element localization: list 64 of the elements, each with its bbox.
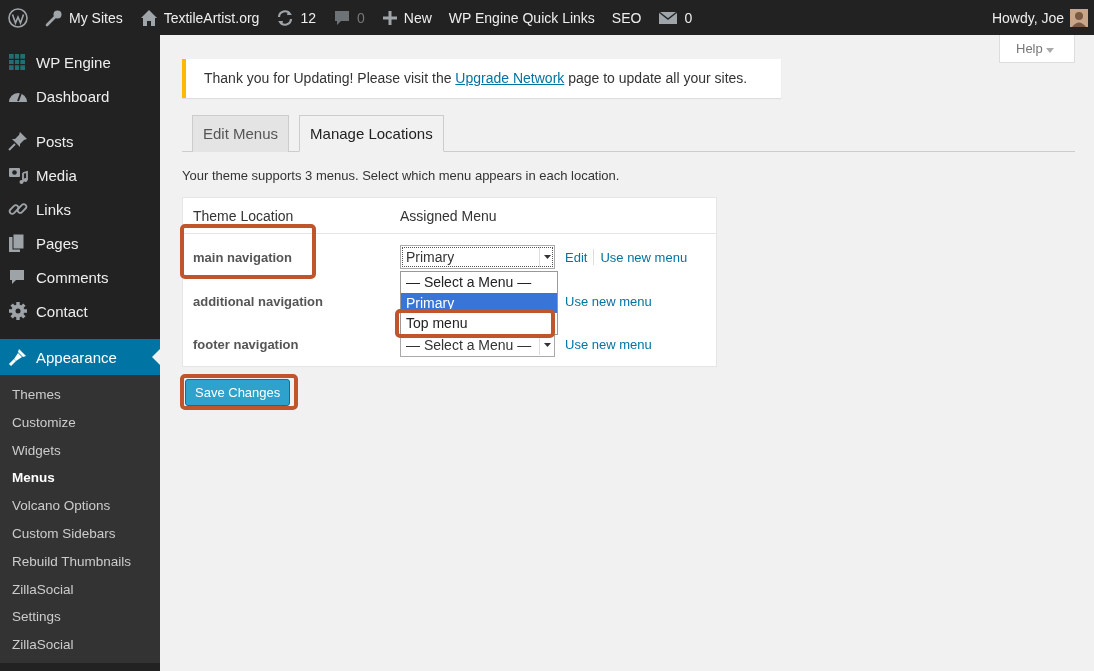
submenu-item[interactable]: Volcano Options [0, 492, 160, 520]
submenu-item[interactable]: Settings [0, 603, 160, 632]
caret-icon [1046, 48, 1055, 53]
sidebar-item[interactable]: WP Engine [0, 45, 160, 79]
toolbar-link[interactable]: 0 [684, 9, 693, 26]
paintbrush-icon [8, 347, 28, 367]
pages-icon [8, 233, 26, 253]
camera-music-icon [8, 165, 28, 185]
toolbar-link[interactable]: SEO [611, 9, 642, 26]
wordpress-logo-icon[interactable] [8, 7, 28, 28]
submenu-item[interactable]: ZillaSocial [0, 631, 160, 659]
greeting-link[interactable]: Howdy, Joe [991, 9, 1064, 26]
submenu-item[interactable]: ZillaSocial [0, 575, 160, 604]
submenu-item[interactable]: Customize [0, 408, 160, 437]
location-name: footer navigation [192, 337, 300, 352]
column-header: Theme Location [192, 207, 295, 224]
dropdown-option[interactable]: Top menu [401, 313, 557, 334]
menu-link[interactable]: Use new menu [565, 294, 652, 309]
avatar-icon[interactable] [1070, 8, 1088, 27]
dropdown-option[interactable]: — Select a Menu — [401, 272, 557, 293]
sidebar-item[interactable]: Links [0, 192, 160, 226]
refresh-icon [276, 8, 295, 27]
sidebar-item[interactable]: Dashboard [0, 79, 160, 113]
upgrade-network-link[interactable]: Upgrade Network [455, 70, 565, 86]
sidebar-item[interactable]: Posts [0, 124, 160, 158]
menu-link[interactable]: Edit [565, 249, 588, 265]
help-tab[interactable]: Help [999, 35, 1075, 63]
sidebar-item[interactable]: Pages [0, 226, 160, 260]
sidebar-item[interactable]: Contact [0, 294, 160, 328]
column-header: Assigned Menu [400, 207, 497, 224]
location-name: additional navigation [192, 294, 324, 309]
tab[interactable]: Edit Menus [192, 115, 290, 152]
envelope-icon [658, 9, 679, 26]
description-text: Your theme supports 3 menus. Select which menu appears in each location. [182, 168, 621, 183]
menu-select[interactable]: Primary [400, 245, 555, 269]
toolbar-link[interactable]: New [403, 9, 432, 26]
location-name: main navigation [192, 249, 293, 265]
toolbar-link[interactable]: 12 [300, 9, 316, 26]
submenu-item[interactable]: Custom Sidebars [0, 520, 160, 548]
submenu-item[interactable]: Widgets [0, 436, 160, 465]
submenu-item[interactable]: Rebuild Thumbnails [0, 547, 160, 576]
dropdown-arrow-icon [543, 342, 551, 347]
sidebar-item[interactable]: Appearance [0, 339, 160, 375]
notice-text: Thank you for Updating! Please visit the Upgrade Network page to update all your sites. [204, 70, 748, 86]
toolbar-link[interactable]: My Sites [69, 9, 123, 26]
sidebar-item[interactable]: Comments [0, 260, 160, 294]
tab[interactable]: Manage Locations [299, 115, 444, 152]
dropdown-arrow-icon [543, 255, 551, 259]
submenu-item[interactable]: Themes [0, 381, 160, 409]
speech-bubble-icon [8, 268, 26, 286]
speech-bubble-icon [332, 8, 351, 27]
menu-link[interactable]: Use new menu [565, 337, 652, 352]
sidebar-item[interactable]: Media [0, 158, 160, 192]
toolbar-link[interactable]: TextileArtist.org [163, 9, 260, 26]
menu-link[interactable]: Use new menu [600, 249, 688, 265]
gear-icon [8, 301, 28, 321]
current-pointer-icon [152, 349, 160, 365]
key-icon [45, 8, 63, 27]
submenu-item[interactable]: Menus [0, 464, 160, 493]
pin-icon [8, 131, 28, 151]
grid-logo-icon [8, 53, 26, 71]
toolbar-link[interactable]: WP Engine Quick Links [448, 9, 595, 26]
home-icon [139, 8, 158, 27]
plus-icon [381, 9, 398, 26]
